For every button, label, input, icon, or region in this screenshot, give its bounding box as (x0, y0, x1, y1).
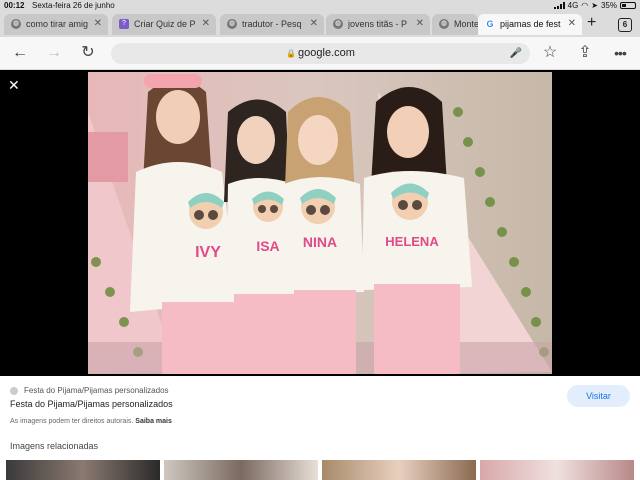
tab-pijamas[interactable]: G pijamas de fest ✕ (478, 14, 582, 35)
tab-switcher-button[interactable]: 6 (618, 18, 632, 32)
close-icon[interactable]: ✕ (568, 18, 576, 29)
globe-icon: ◍ (11, 19, 21, 29)
copyright-notice: As imagens podem ter direitos autorais. … (10, 418, 172, 425)
lock-icon: 🔒 (286, 49, 297, 58)
battery-label: 35% (600, 1, 617, 10)
toolbar: ← → ↻ 🔒 google.com 🎤 ☆ ⇪ ••• (0, 37, 640, 70)
reload-button[interactable]: ↻ (78, 43, 98, 63)
status-date: Sexta-feira 26 de junho (32, 1, 115, 10)
tab-jovens-titas[interactable]: ◍ jovens titãs - P ✕ (326, 14, 430, 35)
close-viewer-button[interactable]: ✕ (8, 78, 20, 92)
google-icon: G (485, 19, 495, 29)
quiz-icon: ? (119, 19, 129, 29)
globe-icon: ◍ (439, 19, 449, 29)
status-right: 4G ◠ ➤ 35% (553, 1, 636, 10)
related-thumbnail[interactable] (164, 460, 318, 480)
photo[interactable]: IVY ISA NINA HELENA (88, 72, 552, 374)
back-button[interactable]: ← (10, 43, 30, 63)
related-thumbnail[interactable] (322, 460, 476, 480)
image-title[interactable]: Festa do Pijama/Pijamas personalizados (10, 399, 173, 409)
shirt-name-4: HELENA (385, 234, 439, 249)
share-button[interactable]: ⇪ (575, 43, 595, 63)
mic-icon[interactable]: 🎤 (510, 43, 522, 64)
related-thumbnail[interactable] (480, 460, 634, 480)
close-icon[interactable]: ✕ (310, 18, 318, 29)
tab-title: pijamas de fest (500, 19, 561, 29)
address-url: google.com (298, 47, 355, 59)
related-images-heading: Imagens relacionadas (10, 441, 99, 451)
signal-icon (553, 2, 565, 9)
tab-title: tradutor - Pesq (242, 19, 302, 29)
visit-button[interactable]: Visitar (567, 385, 630, 407)
image-viewer: ✕ IVY ISA NINA HELENA (0, 70, 640, 376)
shirt-name-2: ISA (256, 238, 279, 254)
globe-icon: ◍ (333, 19, 343, 29)
globe-icon: ◍ (227, 19, 237, 29)
forward-button[interactable]: → (44, 43, 64, 63)
tab-monte[interactable]: ◍ Monte (432, 14, 478, 35)
battery-fill (622, 4, 626, 7)
close-icon[interactable]: ✕ (416, 18, 424, 29)
location-icon: ➤ (591, 1, 598, 10)
shirt-name-3: NINA (303, 234, 337, 250)
tab-title: Monte (454, 19, 478, 29)
new-tab-button[interactable]: + (587, 14, 596, 32)
shirt-name-1: IVY (195, 244, 221, 261)
learn-more-link[interactable]: Saiba mais (135, 418, 172, 425)
address-bar[interactable]: 🔒 google.com 🎤 (111, 43, 530, 64)
close-icon[interactable]: ✕ (94, 18, 102, 29)
tab-strip: ◍ como tirar amig ✕ ? Criar Quiz de P ✕ … (0, 12, 640, 37)
image-source[interactable]: Festa do Pijama/Pijamas personalizados (24, 386, 169, 395)
related-thumbnail[interactable] (6, 460, 160, 480)
tab-title: jovens titãs - P (348, 19, 408, 29)
tab-tradutor[interactable]: ◍ tradutor - Pesq ✕ (220, 14, 324, 35)
source-favicon-icon (10, 387, 18, 395)
bookmark-star-button[interactable]: ☆ (540, 43, 560, 63)
more-menu-button[interactable]: ••• (610, 43, 630, 63)
status-bar: 00:12 Sexta-feira 26 de junho 4G ◠ ➤ 35% (0, 0, 640, 12)
tab-criar-quiz[interactable]: ? Criar Quiz de P ✕ (112, 14, 216, 35)
tab-title: como tirar amig (26, 19, 89, 29)
network-label: 4G (567, 1, 579, 10)
status-time: 00:12 (4, 1, 25, 10)
battery-icon (620, 2, 636, 9)
copyright-text: As imagens podem ter direitos autorais. (10, 418, 134, 425)
wifi-icon: ◠ (581, 1, 589, 10)
close-icon[interactable]: ✕ (202, 18, 210, 29)
tab-title: Criar Quiz de P (134, 19, 196, 29)
tab-como-tirar[interactable]: ◍ como tirar amig ✕ (4, 14, 108, 35)
